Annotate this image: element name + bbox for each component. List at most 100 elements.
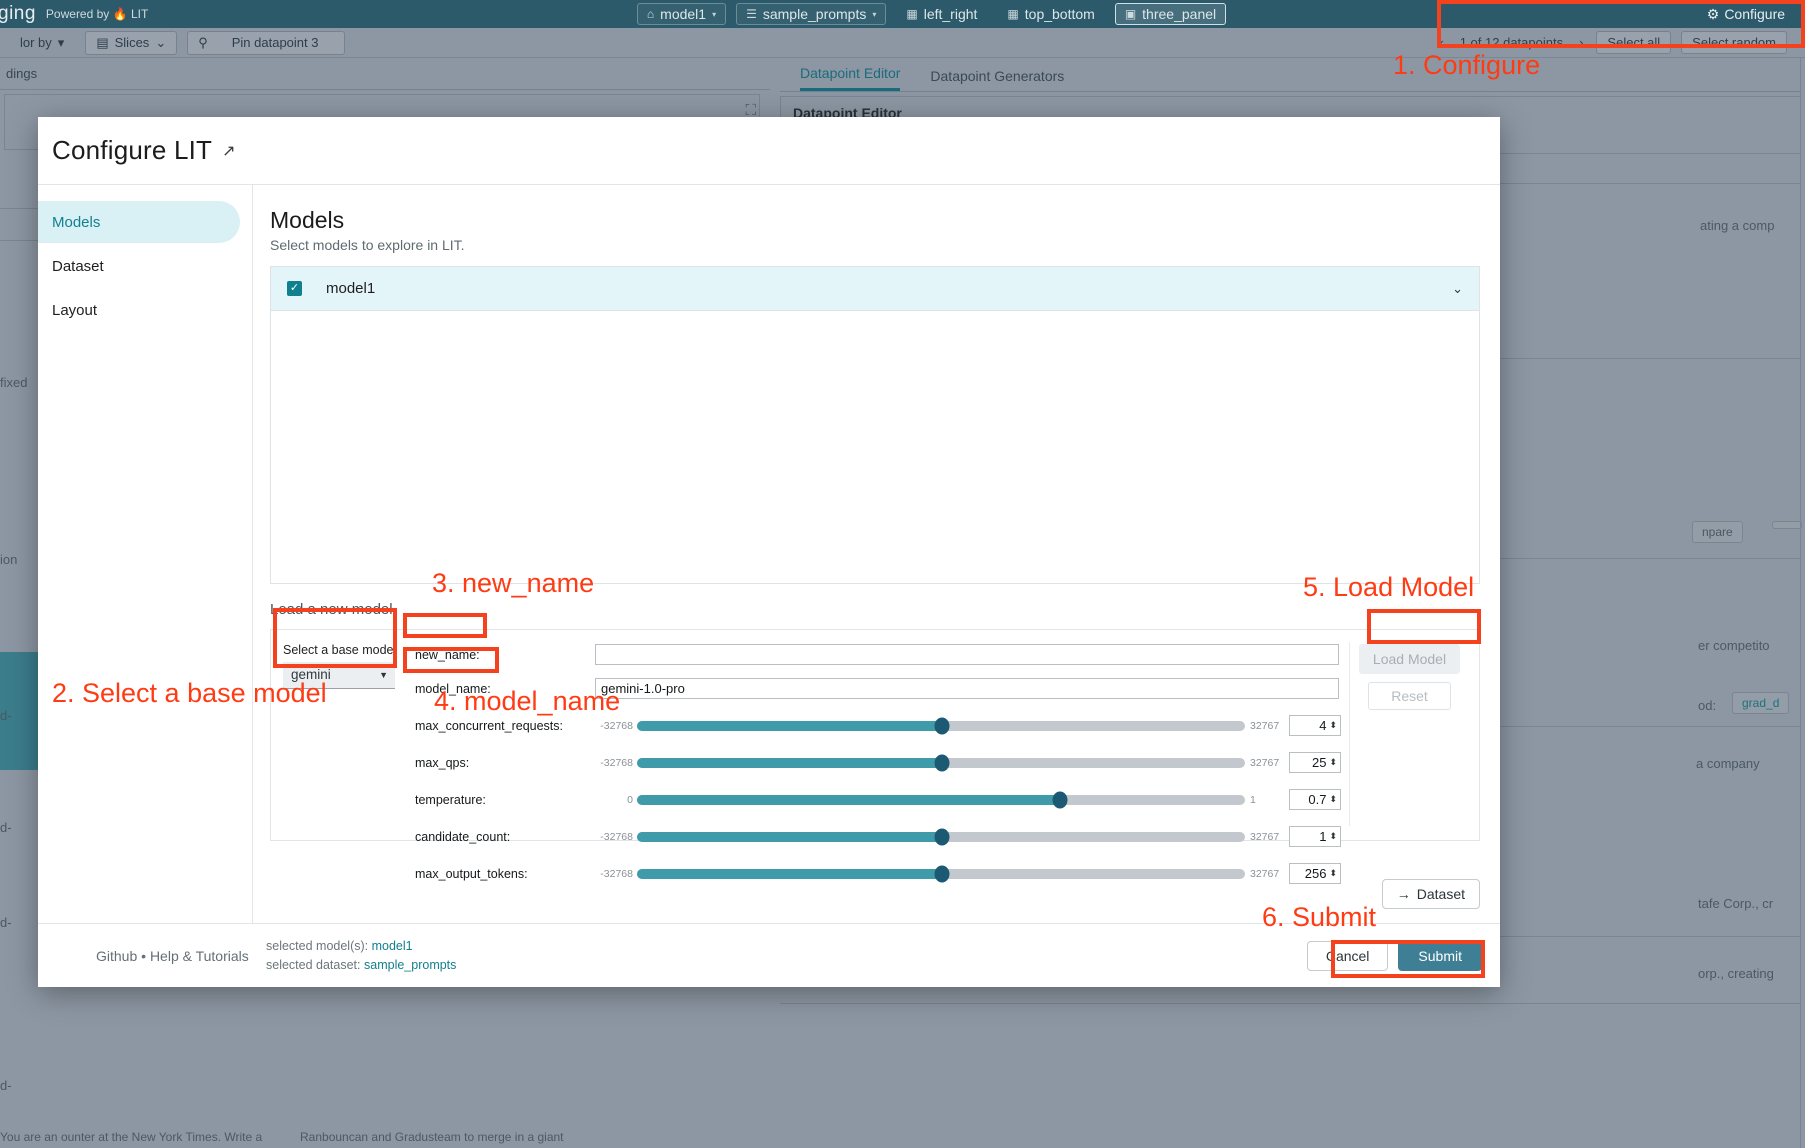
- base-model-selector: Select a base model gemini ▼: [283, 642, 401, 826]
- slider-fill: [637, 869, 942, 879]
- flame-icon: 🔥: [113, 7, 128, 21]
- dataset-button-label: Dataset: [1417, 886, 1465, 902]
- left-panel-bottom-text: You are an ounter at the New York Times.…: [0, 1130, 262, 1144]
- load-new-model-label: Load a new model: [270, 601, 1480, 618]
- dialog-sidebar: Models Dataset Layout: [38, 185, 253, 923]
- field-new-name-row: new_name:: [415, 642, 1341, 667]
- section-subtitle: Select models to explore in LIT.: [270, 237, 1480, 253]
- slices-icon: ▤: [96, 35, 108, 51]
- slider-handle[interactable]: [934, 717, 949, 734]
- cancel-button[interactable]: Cancel: [1307, 941, 1389, 971]
- method-dropdown[interactable]: grad_d: [1732, 692, 1789, 714]
- chevron-down-icon: ▼: [379, 670, 388, 680]
- external-link-icon[interactable]: ↗: [222, 141, 235, 161]
- sidebar-item-layout[interactable]: Layout: [38, 289, 240, 331]
- spinner-icon[interactable]: ⬍: [1329, 832, 1337, 841]
- slider-number-input[interactable]: 0.7 ⬍: [1289, 789, 1341, 810]
- slices-button[interactable]: ▤ Slices ⌄: [85, 31, 177, 55]
- slider-label: max_concurrent_requests:: [415, 719, 595, 733]
- reset-button[interactable]: Reset: [1368, 682, 1451, 710]
- model-icon: ⌂: [647, 7, 654, 21]
- load-model-button[interactable]: Load Model: [1359, 644, 1460, 674]
- model-checkbox[interactable]: ✓: [287, 281, 302, 296]
- select-random-button[interactable]: Select random: [1681, 31, 1787, 54]
- chevron-down-icon: ⌄: [155, 35, 166, 51]
- layout-grid-icon: ▦: [906, 7, 917, 21]
- slider-row-max-qps: max_qps: -32768 32767 25 ⬍: [415, 750, 1341, 775]
- slider-track[interactable]: [637, 758, 1245, 768]
- new-name-input[interactable]: [595, 644, 1339, 665]
- layout-grid-icon: ▦: [1007, 7, 1018, 21]
- annotation-label-2: 2. Select a base model: [52, 678, 327, 709]
- help-tutorials-link[interactable]: Help & Tutorials: [150, 948, 249, 964]
- slider-row-temperature: temperature: 0 1 0.7 ⬍: [415, 787, 1341, 812]
- layout-three-panel-button[interactable]: ▣ three_panel: [1115, 3, 1226, 25]
- chevron-down-icon[interactable]: ⌄: [1452, 281, 1463, 297]
- sidebar-item-label: Layout: [52, 302, 97, 319]
- spinner-icon[interactable]: ⬍: [1329, 758, 1337, 767]
- slider-track[interactable]: [637, 832, 1245, 842]
- sidebar-item-dataset[interactable]: Dataset: [38, 245, 240, 287]
- model-list-item[interactable]: ✓ model1 ⌄: [271, 267, 1479, 311]
- layout-left-right-button[interactable]: ▦ left_right: [896, 3, 987, 25]
- select-all-button[interactable]: Select all: [1596, 31, 1671, 54]
- github-link[interactable]: Github: [96, 948, 137, 964]
- goto-dataset-button[interactable]: → Dataset: [1382, 879, 1480, 909]
- slider-track[interactable]: [637, 721, 1245, 731]
- chevron-down-icon: ▾: [872, 10, 876, 19]
- datapoint-prev-button[interactable]: ‹: [1431, 35, 1451, 50]
- right-panel-text: orp., creating: [1698, 966, 1774, 981]
- slider-handle[interactable]: [934, 754, 949, 771]
- app-toolbar: ging Powered by 🔥 LIT ⌂ model1 ▾ ☰ sampl…: [0, 0, 1805, 28]
- annotation-label-5: 5. Load Model: [1303, 572, 1474, 603]
- annotation-label-3: 3. new_name: [432, 568, 594, 599]
- right-panel-text: a company: [1696, 756, 1760, 771]
- slider-number-value: 25: [1312, 755, 1326, 770]
- load-model-form: Select a base model gemini ▼ new_name:: [270, 629, 1480, 841]
- slider-label: temperature:: [415, 793, 595, 807]
- slider-handle[interactable]: [1052, 791, 1067, 808]
- submit-button[interactable]: Submit: [1398, 941, 1482, 971]
- footer-status: selected model(s): model1 selected datas…: [252, 937, 1307, 973]
- check-icon: ✓: [290, 283, 299, 294]
- slider-handle[interactable]: [934, 865, 949, 882]
- slider-track[interactable]: [637, 795, 1245, 805]
- right-panel-text: er competito: [1698, 638, 1770, 653]
- embeddings-tab-label: dings: [6, 66, 37, 81]
- annotation-label-1: 1. Configure: [1393, 50, 1540, 81]
- configure-button[interactable]: ⚙ Configure: [1697, 4, 1795, 25]
- spinner-icon[interactable]: ⬍: [1329, 795, 1337, 804]
- layout-top-bottom-button[interactable]: ▦ top_bottom: [997, 3, 1104, 25]
- slider-number-input[interactable]: 4 ⬍: [1289, 715, 1341, 736]
- tab-datapoint-generators[interactable]: Datapoint Generators: [930, 68, 1064, 91]
- left-panel-bottom-text-2: Ranbouncan and Gradusteam to merge in a …: [300, 1130, 564, 1144]
- slider-number-value: 0.7: [1308, 792, 1326, 807]
- slider-min-value: 0: [595, 794, 637, 806]
- selected-dataset-value: sample_prompts: [364, 958, 456, 972]
- chevron-down-icon: ▾: [712, 10, 716, 19]
- model-selector-chip[interactable]: ⌂ model1 ▾: [637, 3, 726, 25]
- dataset-chip-label: sample_prompts: [763, 6, 867, 22]
- sidebar-item-label: Dataset: [52, 258, 104, 275]
- slider-number-value: 4: [1319, 718, 1326, 733]
- sidebar-item-models[interactable]: Models: [38, 201, 240, 243]
- model-name-input[interactable]: gemini-1.0-pro: [595, 678, 1339, 699]
- slider-handle[interactable]: [934, 828, 949, 845]
- slider-min-value: -32768: [595, 757, 637, 769]
- compare-button[interactable]: npare: [1692, 521, 1743, 543]
- dataset-selector-chip[interactable]: ☰ sample_prompts ▾: [736, 3, 886, 25]
- tab-datapoint-editor[interactable]: Datapoint Editor: [800, 65, 900, 91]
- spinner-icon[interactable]: ⬍: [1329, 721, 1337, 730]
- slider-fill: [637, 832, 942, 842]
- slider-number-input[interactable]: 25 ⬍: [1289, 752, 1341, 773]
- datapoint-next-button[interactable]: ›: [1571, 35, 1591, 50]
- pin-datapoint-button[interactable]: ⚲ Pin datapoint 3: [187, 31, 345, 55]
- datapoint-tabs: Datapoint Editor Datapoint Generators: [780, 58, 1801, 92]
- footer-separator: •: [141, 948, 146, 964]
- slider-label: max_qps:: [415, 756, 595, 770]
- slider-track[interactable]: [637, 869, 1245, 879]
- left-panel-tabs[interactable]: dings: [0, 58, 770, 90]
- color-by-dropdown[interactable]: lor by ▾: [9, 31, 75, 55]
- right-panel-button[interactable]: [1772, 521, 1802, 529]
- arrow-right-icon: →: [1397, 886, 1411, 902]
